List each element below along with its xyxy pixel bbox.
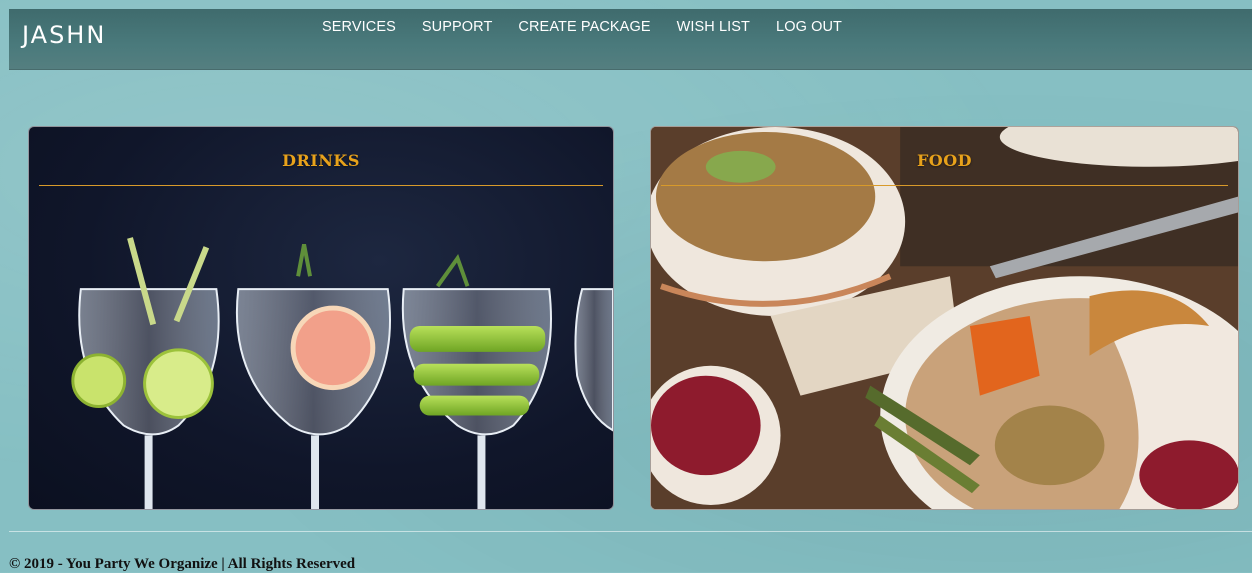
brand-logo[interactable]: JASHN — [22, 21, 106, 49]
nav-link-support[interactable]: SUPPORT — [422, 19, 493, 35]
nav-link-wish-list[interactable]: WISH LIST — [677, 19, 750, 35]
drinks-title: DRINKS — [282, 151, 360, 170]
nav-link-create-package[interactable]: CREATE PACKAGE — [518, 19, 650, 35]
navbar: JASHN SERVICES SUPPORT CREATE PACKAGE WI… — [9, 9, 1252, 70]
nav-menu: SERVICES SUPPORT CREATE PACKAGE WISH LIS… — [322, 19, 842, 35]
food-title: FOOD — [916, 151, 973, 170]
footer-divider — [9, 531, 1252, 532]
food-divider — [661, 185, 1228, 186]
footer-copyright: © 2019 - You Party We Organize | All Rig… — [9, 556, 356, 572]
nav-link-services[interactable]: SERVICES — [322, 19, 396, 35]
drinks-card[interactable]: DRINKS — [28, 126, 614, 510]
drinks-divider — [39, 185, 603, 186]
food-card[interactable]: FOOD — [650, 126, 1239, 510]
nav-link-log-out[interactable]: LOG OUT — [776, 19, 842, 35]
